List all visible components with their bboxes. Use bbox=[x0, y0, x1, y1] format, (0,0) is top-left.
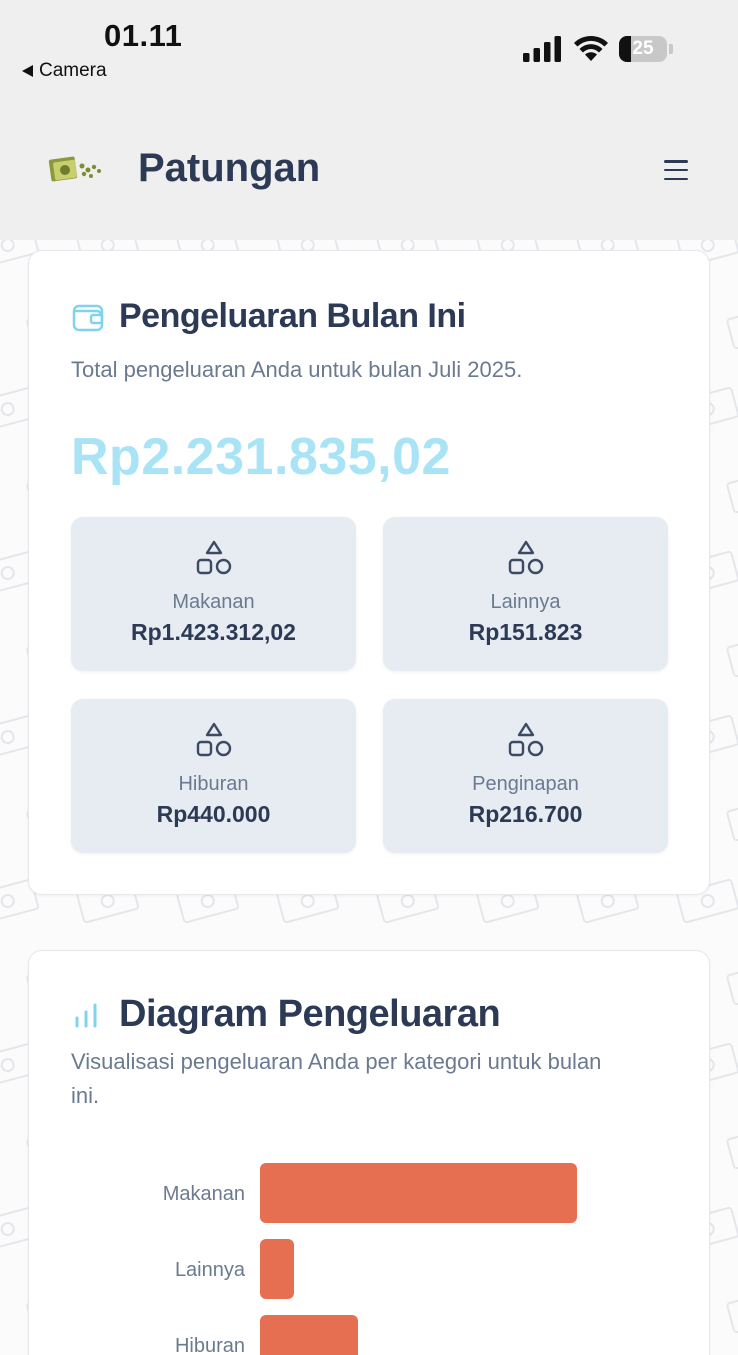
category-name: Lainnya bbox=[490, 591, 561, 613]
bar-label: Makanan bbox=[163, 1183, 245, 1205]
monthly-expense-header: Pengeluaran Bulan Ini bbox=[71, 297, 466, 336]
category-amount: Rp151.823 bbox=[468, 619, 583, 645]
bar-label: Lainnya bbox=[175, 1259, 246, 1281]
category-grid: Makanan Rp1.423.312,02 Lainnya Rp151.823… bbox=[71, 517, 668, 854]
category-amount: Rp216.700 bbox=[468, 801, 583, 827]
cellular-signal-icon bbox=[523, 36, 561, 62]
money-pattern-item bbox=[726, 1124, 738, 1170]
bar-makanan[interactable] bbox=[260, 1163, 577, 1223]
category-name: Hiburan bbox=[178, 773, 249, 795]
app-title: Patungan bbox=[138, 146, 321, 190]
shapes-icon bbox=[508, 722, 544, 757]
status-bar: 01.11 Camera 25 bbox=[0, 0, 738, 100]
money-pattern-item bbox=[726, 960, 738, 1006]
expense-diagram-description: Visualisasi pengeluaran Anda per kategor… bbox=[71, 1049, 602, 1108]
expense-diagram-title: Diagram Pengeluaran bbox=[119, 993, 501, 1035]
money-pattern-item bbox=[726, 632, 738, 678]
app-header: Patungan bbox=[0, 100, 738, 240]
money-pattern-item bbox=[726, 1288, 738, 1334]
category-tile-penginapan[interactable]: Penginapan Rp216.700 bbox=[383, 699, 668, 853]
wifi-icon bbox=[574, 35, 608, 61]
back-label: Camera bbox=[39, 60, 107, 81]
category-tile-hiburan[interactable]: Hiburan Rp440.000 bbox=[71, 699, 356, 853]
shapes-icon bbox=[196, 540, 232, 575]
money-pattern-item bbox=[726, 468, 738, 514]
category-tile-makanan[interactable]: Makanan Rp1.423.312,02 bbox=[71, 517, 356, 671]
bar-lainnya[interactable] bbox=[260, 1239, 294, 1299]
status-time: 01.11 bbox=[104, 18, 183, 53]
battery-icon: 25 bbox=[619, 36, 667, 62]
money-pattern-item bbox=[726, 304, 738, 350]
back-to-camera-link[interactable]: Camera bbox=[22, 60, 107, 82]
expense-diagram-card: Diagram Pengeluaran Visualisasi pengelua… bbox=[28, 950, 710, 1355]
bar-label: Hiburan bbox=[175, 1335, 245, 1355]
monthly-expense-title: Pengeluaran Bulan Ini bbox=[119, 297, 466, 335]
category-name: Makanan bbox=[172, 591, 255, 613]
back-arrow-icon bbox=[22, 65, 33, 77]
money-pattern-item bbox=[726, 796, 738, 842]
shapes-icon bbox=[196, 722, 232, 757]
total-expense-amount: Rp2.231.835,02 bbox=[71, 428, 451, 486]
money-logo-icon[interactable] bbox=[46, 152, 106, 188]
category-amount: Rp440.000 bbox=[156, 801, 271, 827]
expense-bar-chart: Makanan Lainnya Hiburan bbox=[163, 1163, 577, 1355]
battery-tip bbox=[669, 44, 673, 54]
bar-hiburan[interactable] bbox=[260, 1315, 358, 1355]
category-name: Penginapan bbox=[472, 773, 579, 795]
battery-level: 25 bbox=[632, 38, 654, 59]
wallet-icon bbox=[72, 304, 104, 331]
hamburger-menu-icon[interactable] bbox=[664, 160, 688, 180]
category-amount: Rp1.423.312,02 bbox=[131, 619, 296, 645]
shapes-icon bbox=[508, 540, 544, 575]
monthly-expense-description: Total pengeluaran Anda untuk bulan Juli … bbox=[71, 357, 523, 382]
expense-diagram-header: Diagram Pengeluaran bbox=[71, 993, 501, 1036]
monthly-expense-card: Pengeluaran Bulan Ini Total pengeluaran … bbox=[28, 250, 710, 895]
category-tile-lainnya[interactable]: Lainnya Rp151.823 bbox=[383, 517, 668, 671]
bar-chart-icon bbox=[75, 1003, 97, 1027]
